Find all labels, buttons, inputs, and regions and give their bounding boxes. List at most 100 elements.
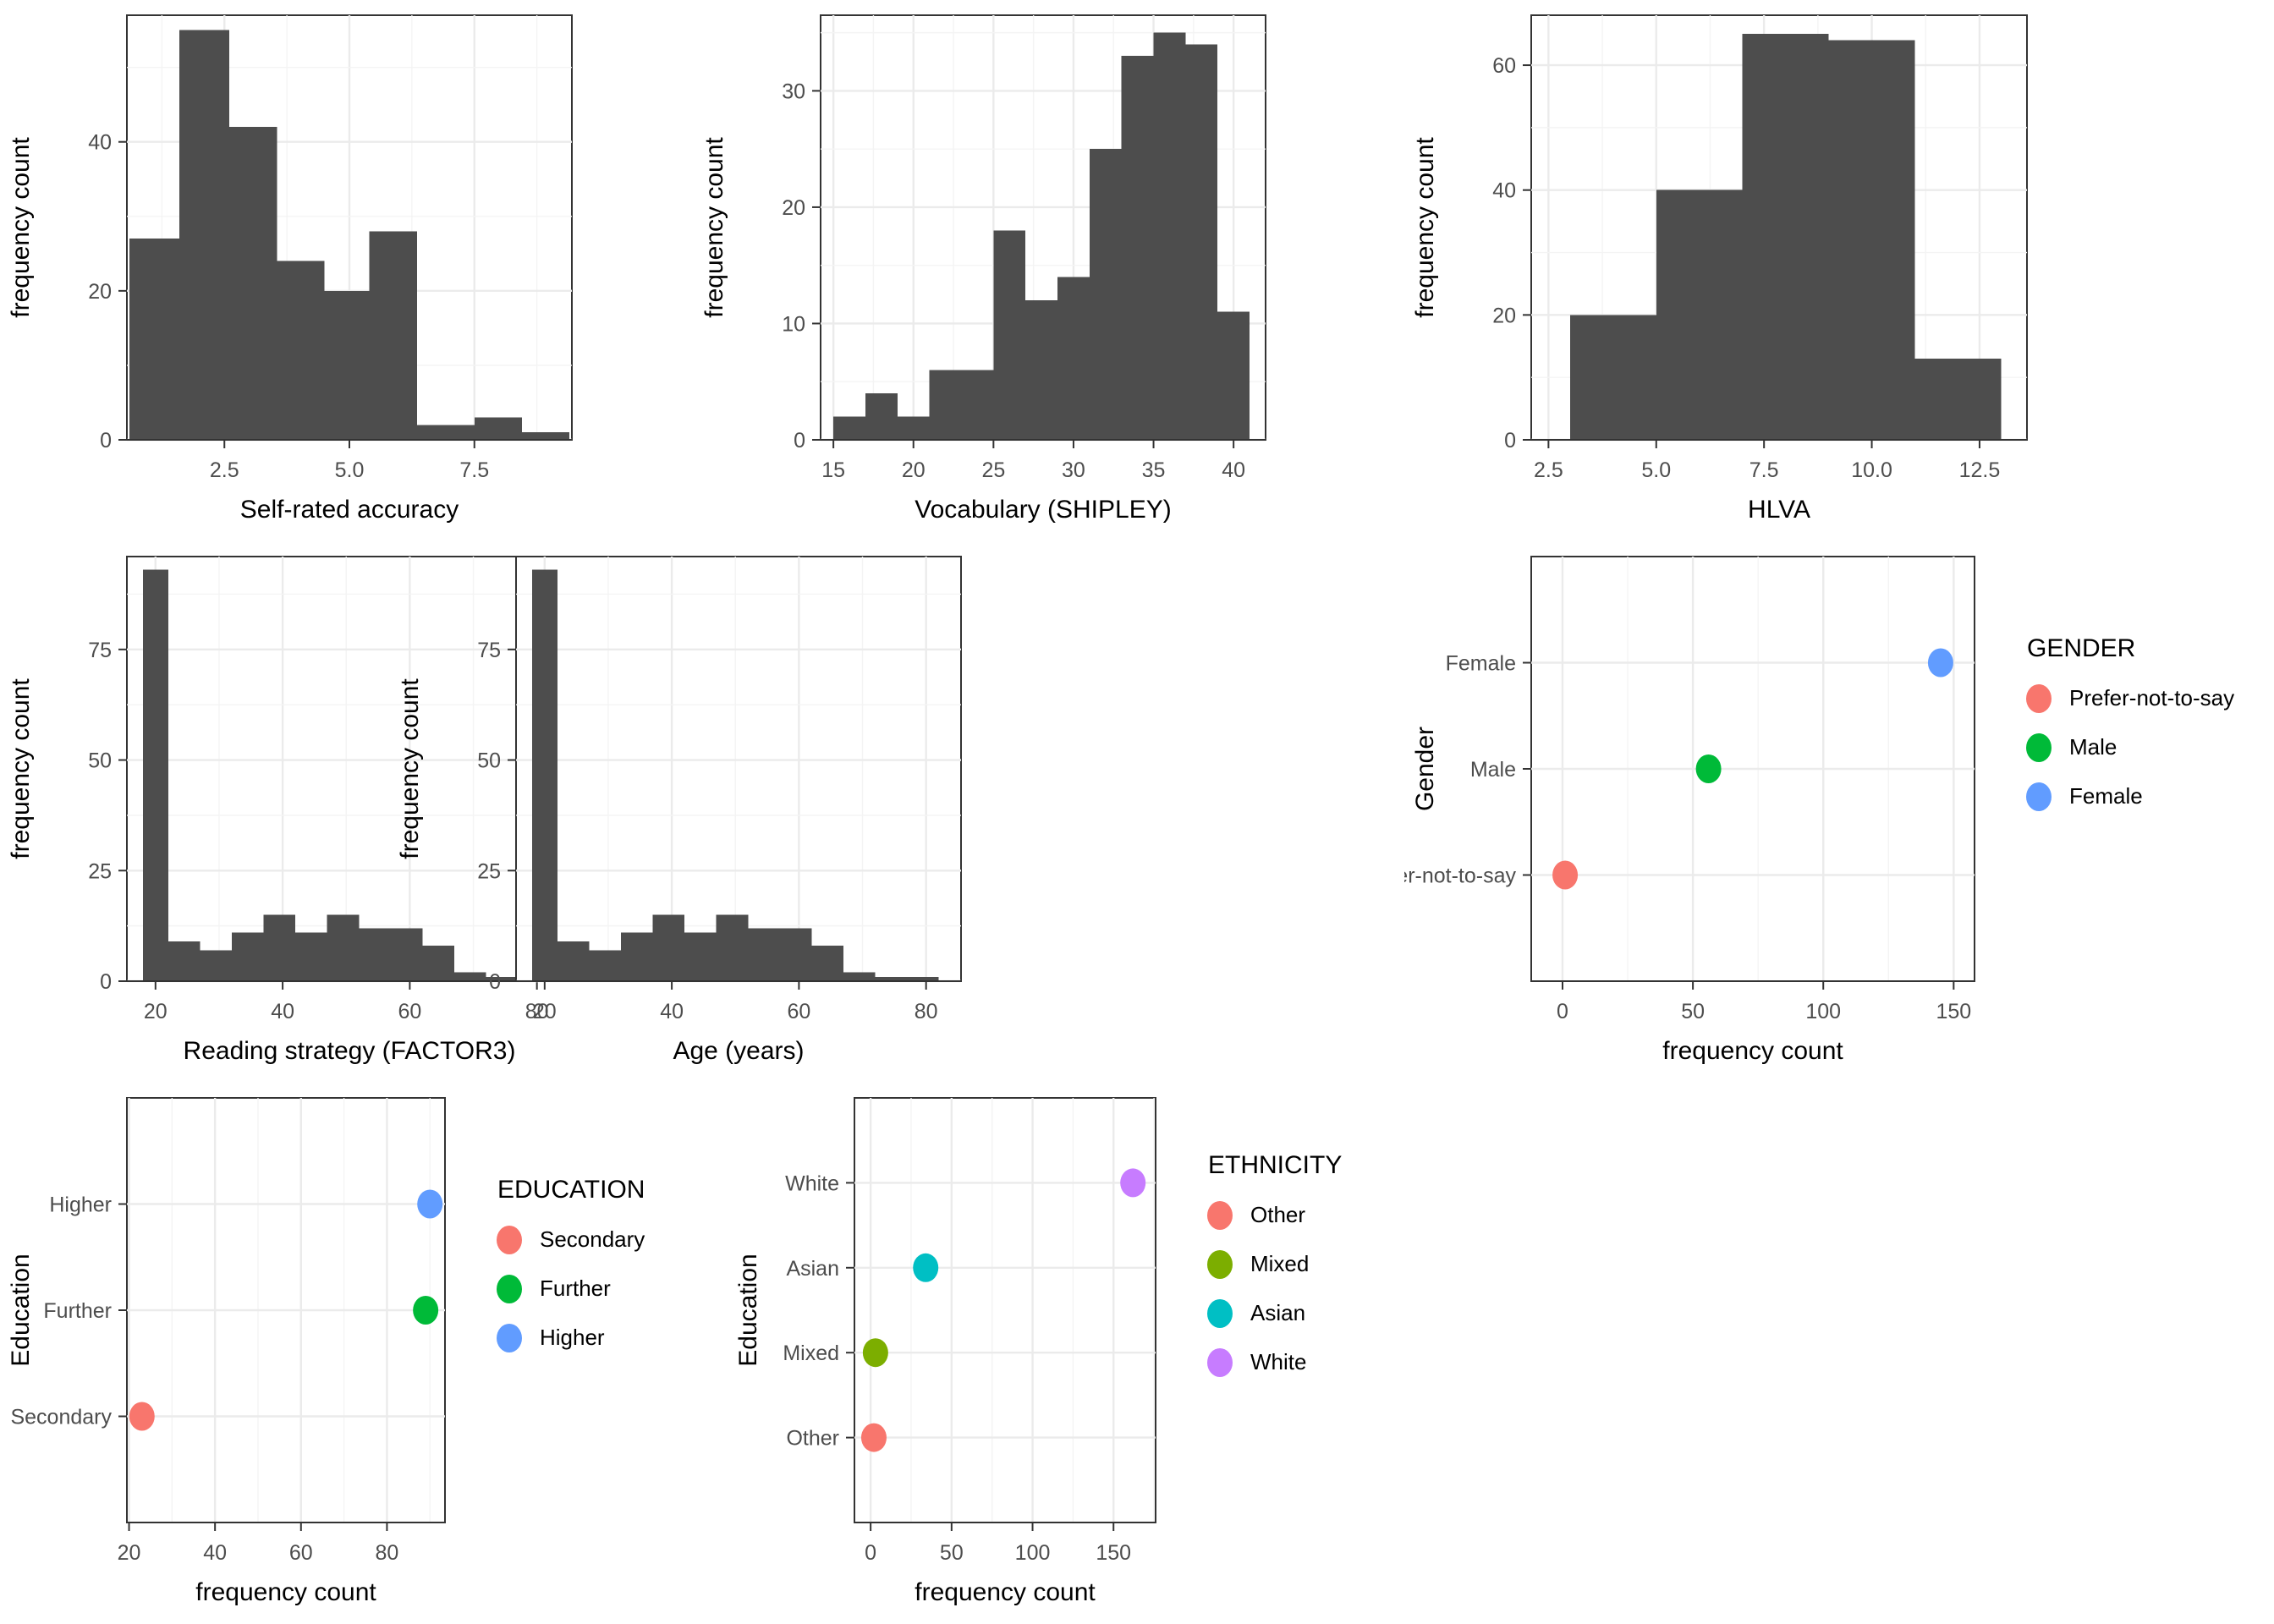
x-tick-label: 100 — [1805, 1000, 1841, 1023]
y-axis-title: frequency count — [396, 678, 424, 859]
x-tick-label: 80 — [915, 1000, 938, 1023]
legend-label: Mixed — [1250, 1251, 1309, 1276]
histogram-bar — [1057, 277, 1090, 440]
legend-label: Secondary — [540, 1226, 645, 1252]
y-tick-label: 20 — [1492, 304, 1516, 327]
y-tick-label: 0 — [100, 970, 112, 994]
x-tick-label: 0 — [1557, 1000, 1568, 1023]
histogram-bar — [263, 914, 296, 981]
chart-education: 20 40 60 80 Secondary Further Higher frequency … — [7, 1097, 645, 1606]
y-tick-label: 75 — [88, 639, 112, 662]
x-tick-label: 12.5 — [1959, 458, 2001, 482]
panel-age: 20 40 60 80 0 25 50 75 Age (years) frequency coun… — [389, 541, 981, 1083]
x-tick-label: 7.5 — [459, 458, 489, 482]
legend-key[interactable] — [2026, 782, 2052, 811]
legend-label: Other — [1250, 1202, 1305, 1227]
y-tick-label: 40 — [1492, 179, 1516, 203]
legend-key[interactable] — [1207, 1250, 1233, 1279]
histogram-bar — [229, 127, 277, 440]
scatter-point — [862, 1338, 888, 1368]
legend-key[interactable] — [497, 1324, 522, 1352]
histogram-bar — [897, 416, 930, 440]
histogram-bar — [1025, 299, 1058, 440]
y-axis-title: Gender — [1411, 727, 1439, 811]
y-tick-label: 25 — [477, 859, 501, 883]
y-tick-label: 40 — [88, 131, 112, 155]
panel-hlva: 2.5 5.0 7.5 10.0 12.5 0 20 40 60 HLVA frequency co… — [1404, 0, 2047, 541]
histogram-bar — [327, 914, 360, 981]
legend-title: EDUCATION — [497, 1176, 645, 1204]
x-tick-label: 30 — [1062, 458, 1085, 482]
chart-ethnicity: 0 50 100 150 Other Mixed Asian White frequency c… — [734, 1097, 1342, 1606]
legend-key[interactable] — [1207, 1201, 1233, 1230]
x-tick-label: 2.5 — [210, 458, 239, 482]
histogram-bar — [652, 914, 685, 981]
legend: GENDER Prefer-not-to-say Male Female — [2026, 634, 2234, 811]
legend-key[interactable] — [497, 1275, 522, 1303]
histogram-bar — [231, 932, 264, 981]
panel-self-rated-accuracy: 2.5 5.0 7.5 0 20 40 Self-rated accuracy frequen… — [0, 0, 592, 541]
histogram-bar — [359, 928, 391, 981]
x-tick-label: 40 — [1222, 458, 1245, 482]
multi-panel-figure: 2.5 5.0 7.5 0 20 40 Self-rated accuracy frequen… — [0, 0, 2274, 1624]
y-axis-title: frequency count — [7, 678, 35, 859]
legend-key[interactable] — [1207, 1348, 1233, 1377]
y-tick-label: Mixed — [783, 1341, 839, 1365]
y-tick-label: 30 — [782, 80, 805, 103]
histogram-bar — [716, 914, 749, 981]
histogram-bar — [1569, 315, 1656, 440]
x-tick-label: 2.5 — [1534, 458, 1563, 482]
histogram-bar — [1914, 359, 2002, 440]
panel-education: 20 40 60 80 Secondary Further Higher frequency … — [0, 1083, 744, 1624]
legend-key[interactable] — [2026, 684, 2052, 713]
histogram-bar — [295, 932, 327, 981]
y-tick-label: 50 — [477, 749, 501, 773]
panel-vocabulary-shipley: 15 20 25 30 35 40 0 10 20 30 Vocabulary (SHIPLEY) f… — [694, 0, 1286, 541]
histogram-bar — [1185, 44, 1218, 441]
scatter-point — [417, 1189, 443, 1219]
y-tick-label: 75 — [477, 639, 501, 662]
histogram-bar — [865, 392, 898, 440]
x-axis-title: Self-rated accuracy — [240, 496, 459, 524]
x-axis-title: frequency count — [1662, 1037, 1843, 1065]
legend-key[interactable] — [2026, 733, 2052, 762]
legend-key[interactable] — [497, 1226, 522, 1254]
y-axis-title: Education — [7, 1254, 35, 1366]
x-tick-label: 35 — [1142, 458, 1166, 482]
y-tick-label: 20 — [782, 196, 805, 220]
histogram-bar — [200, 950, 232, 981]
x-tick-label: 20 — [144, 1000, 168, 1023]
x-tick-label: 40 — [203, 1541, 227, 1565]
x-tick-label: 150 — [1936, 1000, 1971, 1023]
y-tick-label: 0 — [794, 429, 805, 453]
y-axis-title: Education — [734, 1254, 762, 1366]
x-tick-label: 0 — [865, 1541, 876, 1565]
y-tick-label: White — [785, 1171, 839, 1195]
histogram-bar — [1656, 189, 1743, 441]
y-tick-label: Female — [1446, 652, 1516, 676]
legend-key[interactable] — [1207, 1299, 1233, 1328]
legend-label: Prefer-not-to-say — [2069, 685, 2234, 710]
y-tick-label: 50 — [88, 749, 112, 773]
scatter-point — [1927, 648, 1953, 678]
legend-label: Female — [2069, 783, 2143, 809]
x-tick-label: 5.0 — [1641, 458, 1671, 482]
scatter-point — [413, 1296, 439, 1325]
histogram-bar — [416, 425, 475, 440]
x-tick-label: 100 — [1015, 1541, 1051, 1565]
scatter-point — [1695, 754, 1722, 783]
x-tick-label: 25 — [981, 458, 1005, 482]
x-axis-title: Vocabulary (SHIPLEY) — [915, 496, 1171, 524]
legend-label: Further — [540, 1276, 611, 1301]
x-tick-label: 50 — [1681, 1000, 1705, 1023]
histogram-bar — [811, 946, 843, 981]
y-tick-label: Other — [786, 1427, 839, 1451]
histogram-bar — [1153, 32, 1186, 441]
histogram-bar — [324, 290, 370, 440]
histogram-bar — [1121, 56, 1154, 440]
histogram-bar — [684, 932, 717, 981]
y-axis-title: frequency count — [1411, 137, 1439, 318]
histogram-bar — [1089, 149, 1122, 441]
histogram-bar — [589, 950, 621, 981]
legend-label: White — [1250, 1349, 1306, 1374]
